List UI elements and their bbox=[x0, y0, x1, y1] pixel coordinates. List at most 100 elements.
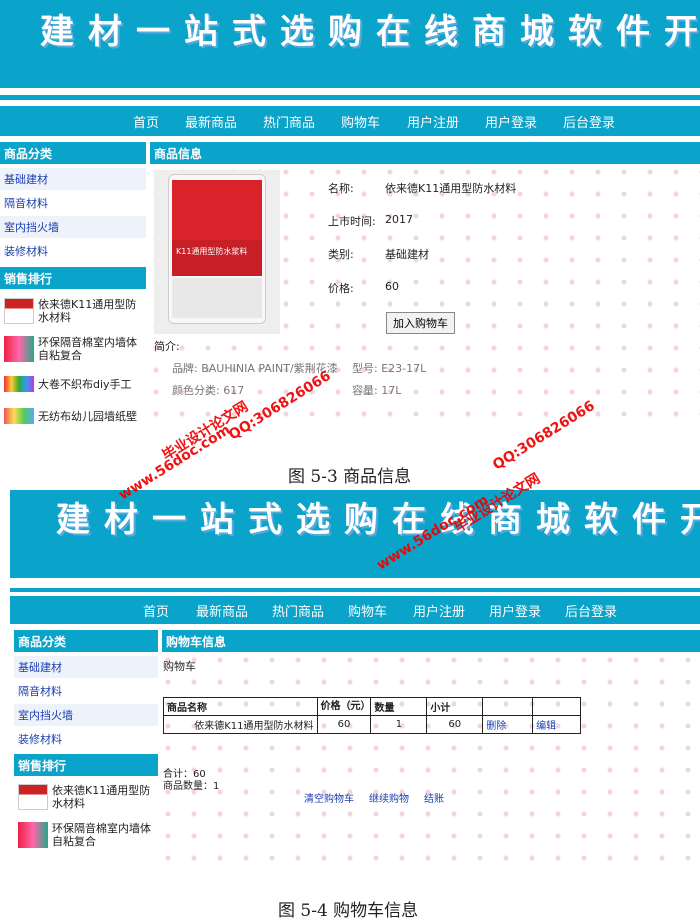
product-thumbnail bbox=[4, 336, 34, 362]
product-thumbnail bbox=[4, 408, 34, 424]
category-item-basic[interactable]: 基础建材 bbox=[14, 656, 158, 678]
category-item-decoration[interactable]: 装修材料 bbox=[14, 728, 158, 750]
clear-cart-link[interactable]: 清空购物车 bbox=[304, 790, 354, 805]
header-subtotal: 小计 bbox=[426, 697, 484, 716]
cart-panel-header: 购物车信息 bbox=[162, 630, 700, 652]
top-banner: 建材一站式选购在线商城软件开发 bbox=[0, 0, 700, 88]
banner-divider bbox=[0, 95, 700, 100]
header-price: 价格（元） bbox=[316, 697, 372, 716]
rank-item[interactable]: 依来德K11通用型防水材料 bbox=[18, 782, 156, 812]
field-date-value: 2017 bbox=[385, 213, 413, 226]
banner-title: 建材一站式选购在线商城软件开发 bbox=[40, 12, 700, 52]
rank-header: 销售排行 bbox=[0, 267, 146, 289]
cell-qty: 1 bbox=[370, 715, 428, 734]
category-label: 装修材料 bbox=[18, 733, 62, 746]
product-thumbnail bbox=[18, 784, 48, 810]
nav-login[interactable]: 用户登录 bbox=[489, 601, 541, 620]
nav-home[interactable]: 首页 bbox=[143, 601, 169, 620]
category-header: 商品分类 bbox=[14, 630, 158, 652]
rank-title: 销售排行 bbox=[4, 271, 53, 286]
intro-brand: 品牌: BAUHINIA PAINT/紫荆花漆 bbox=[172, 362, 338, 375]
category-label: 基础建材 bbox=[4, 173, 48, 186]
cart-panel-title: 购物车信息 bbox=[166, 634, 227, 649]
category-item-firewall[interactable]: 室内挡火墙 bbox=[14, 704, 158, 726]
product-thumbnail bbox=[4, 298, 34, 324]
banner-title: 建材一站式选购在线商城软件开发 bbox=[56, 500, 700, 540]
cart-table-header: 商品名称 价格（元） 数量 小计 bbox=[163, 697, 581, 716]
category-item-decoration[interactable]: 装修材料 bbox=[0, 240, 146, 262]
category-item-firewall[interactable]: 室内挡火墙 bbox=[0, 216, 146, 238]
category-item-soundproof[interactable]: 隔音材料 bbox=[0, 192, 146, 214]
cart-subtitle: 购物车 bbox=[163, 660, 196, 673]
top-nav-bar: 首页 最新商品 热门商品 购物车 用户注册 用户登录 后台登录 bbox=[0, 106, 700, 136]
rank-item-label: 环保隔音棉室内墙体自粘复合 bbox=[52, 822, 151, 848]
rank-item[interactable]: 大卷不织布diy手工 bbox=[4, 374, 144, 394]
product-thumbnail bbox=[18, 822, 48, 848]
rank-item-label: 依来德K11通用型防水材料 bbox=[52, 784, 151, 810]
category-item-basic[interactable]: 基础建材 bbox=[0, 168, 146, 190]
bucket-label: K11通用型防水浆料 bbox=[176, 247, 248, 256]
field-category-label: 类别: bbox=[328, 248, 354, 261]
nav-admin-login[interactable]: 后台登录 bbox=[565, 601, 617, 620]
cell-price: 60 bbox=[316, 715, 372, 734]
rank-title: 销售排行 bbox=[18, 758, 67, 773]
rank-item[interactable]: 环保隔音棉室内墙体自粘复合 bbox=[4, 334, 144, 364]
nav-admin-login[interactable]: 后台登录 bbox=[563, 112, 615, 131]
rank-item-label: 无纺布幼儿园墙纸壁 bbox=[38, 409, 137, 423]
category-label: 室内挡火墙 bbox=[4, 221, 59, 234]
checkout-link[interactable]: 结账 bbox=[424, 790, 444, 805]
delete-link[interactable]: 删除 bbox=[482, 715, 534, 734]
intro-label: 简介: bbox=[154, 340, 180, 353]
nav-cart[interactable]: 购物车 bbox=[341, 112, 380, 131]
nav-register[interactable]: 用户注册 bbox=[413, 601, 465, 620]
field-name-value: 依来德K11通用型防水材料 bbox=[385, 182, 517, 195]
category-header: 商品分类 bbox=[0, 142, 146, 164]
figure-caption-1: 图 5-3 商品信息 bbox=[288, 467, 412, 487]
nav-login[interactable]: 用户登录 bbox=[485, 112, 537, 131]
nav-hot[interactable]: 热门商品 bbox=[263, 112, 315, 131]
rank-item-label: 依来德K11通用型防水材料 bbox=[38, 298, 137, 324]
rank-item[interactable]: 环保隔音棉室内墙体自粘复合 bbox=[18, 820, 156, 850]
category-label: 隔音材料 bbox=[4, 197, 48, 210]
add-to-cart-button[interactable]: 加入购物车 bbox=[386, 312, 455, 334]
header-action-1 bbox=[482, 697, 534, 716]
category-label: 隔音材料 bbox=[18, 685, 62, 698]
nav-register[interactable]: 用户注册 bbox=[407, 112, 459, 131]
cell-subtotal: 60 bbox=[426, 715, 484, 734]
cell-name: 依来德K11通用型防水材料 bbox=[163, 715, 318, 734]
nav-newest[interactable]: 最新商品 bbox=[196, 601, 248, 620]
header-qty: 数量 bbox=[370, 697, 428, 716]
product-panel-header: 商品信息 bbox=[150, 142, 700, 164]
rank-item-label: 环保隔音棉室内墙体自粘复合 bbox=[38, 336, 137, 362]
cart-count: 商品数量：1 bbox=[163, 781, 220, 792]
nav-hot[interactable]: 热门商品 bbox=[272, 601, 324, 620]
table-row: 依来德K11通用型防水材料 60 1 60 删除 编辑 bbox=[163, 715, 581, 734]
product-panel-title: 商品信息 bbox=[154, 146, 203, 161]
field-date-label: 上市时间: bbox=[328, 215, 376, 228]
banner-divider bbox=[10, 588, 700, 592]
rank-item[interactable]: 无纺布幼儿园墙纸壁 bbox=[4, 406, 144, 426]
header-name: 商品名称 bbox=[163, 697, 318, 716]
bottom-banner: 建材一站式选购在线商城软件开发 bbox=[10, 490, 700, 578]
rank-item[interactable]: 依来德K11通用型防水材料 bbox=[4, 296, 144, 326]
product-image: K11通用型防水浆料 bbox=[154, 170, 280, 334]
nav-cart[interactable]: 购物车 bbox=[348, 601, 387, 620]
intro-volume: 容量: 17L bbox=[352, 384, 402, 397]
category-label: 基础建材 bbox=[18, 661, 62, 674]
rank-header: 销售排行 bbox=[14, 754, 158, 776]
continue-shopping-link[interactable]: 继续购物 bbox=[369, 790, 409, 805]
edit-link[interactable]: 编辑 bbox=[532, 715, 581, 734]
bottom-nav-bar: 首页 最新商品 热门商品 购物车 用户注册 用户登录 后台登录 bbox=[10, 596, 700, 624]
category-label: 装修材料 bbox=[4, 245, 48, 258]
rank-item-label: 大卷不织布diy手工 bbox=[38, 377, 132, 391]
field-price-label: 价格: bbox=[328, 282, 354, 295]
nav-newest[interactable]: 最新商品 bbox=[185, 112, 237, 131]
field-category-value: 基础建材 bbox=[385, 248, 429, 261]
figure-caption-2: 图 5-4 购物车信息 bbox=[278, 901, 419, 921]
header-action-2 bbox=[532, 697, 581, 716]
category-title: 商品分类 bbox=[18, 634, 67, 649]
category-item-soundproof[interactable]: 隔音材料 bbox=[14, 680, 158, 702]
category-label: 室内挡火墙 bbox=[18, 709, 73, 722]
nav-home[interactable]: 首页 bbox=[133, 112, 159, 131]
category-title: 商品分类 bbox=[4, 146, 53, 161]
